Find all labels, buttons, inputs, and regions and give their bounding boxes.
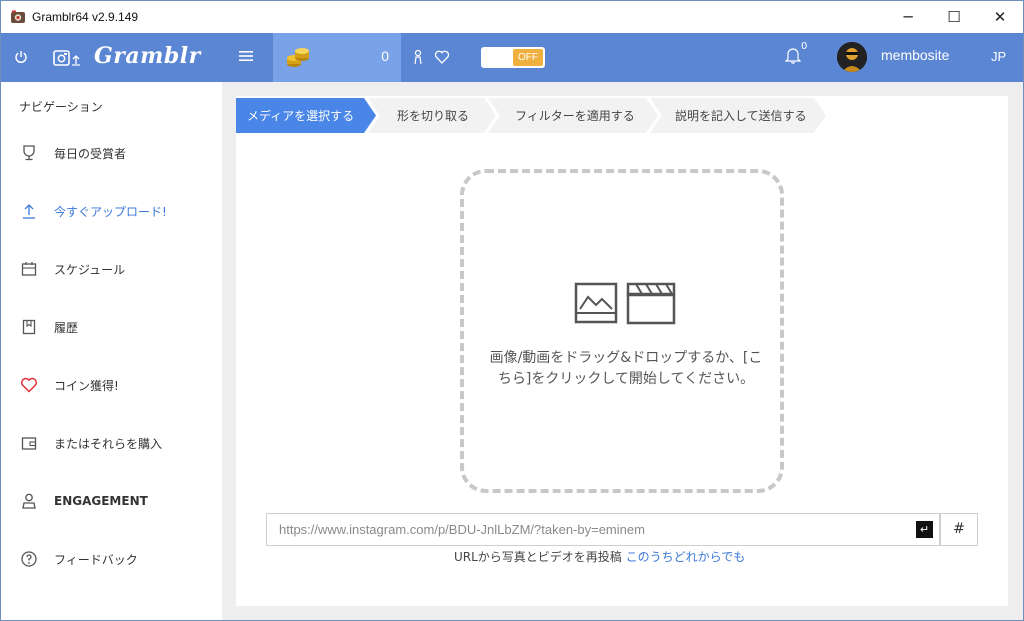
media-dropzone[interactable]: 画像/動画をドラッグ&ドロップするか、[こちら]をクリックして開始してください。 [460, 169, 784, 493]
heart-outline-icon[interactable] [434, 49, 450, 65]
sidebar-title: ナビゲーション [19, 100, 103, 114]
sidebar-item-label: コイン獲得! [54, 378, 119, 393]
sidebar-item-label: フィードバック [54, 552, 138, 567]
upload-panel: メディアを選択する 形を切り取る フィルターを適用する 説明を記入して送信する [236, 96, 1008, 606]
username[interactable]: membosite [881, 47, 949, 63]
main-content: メディアを選択する 形を切り取る フィルターを適用する 説明を記入して送信する [222, 82, 1023, 620]
sidebar-item-schedule[interactable]: スケジュール [2, 254, 221, 284]
app-icon [11, 10, 25, 23]
hashtag-button[interactable]: # [940, 513, 978, 546]
avatar-image [837, 42, 867, 72]
sidebar-item-label: 今すぐアップロード! [54, 204, 167, 219]
close-button[interactable]: ✕ [977, 1, 1023, 33]
step-crop[interactable]: 形を切り取る [368, 98, 496, 133]
heart-icon [21, 377, 37, 393]
coin-balance[interactable]: 0 [273, 33, 401, 82]
video-clapper-icon [626, 282, 676, 325]
menu-icon[interactable] [238, 48, 254, 64]
sidebar: ナビゲーション 毎日の受賞者 今すぐアップロード! スケジュール 履歴 コイン獲… [2, 82, 221, 620]
auto-toggle[interactable]: OFF [481, 47, 545, 68]
window-title: Gramblr64 v2.9.149 [32, 10, 139, 24]
upload-icon [23, 204, 35, 219]
sidebar-item-earn-coins[interactable]: コイン獲得! [2, 370, 221, 400]
app-window: Gramblr64 v2.9.149 ─ ☐ ✕ Gramblr 0 OFF 0… [0, 0, 1024, 621]
sidebar-item-buy[interactable]: またはそれらを購入 [2, 428, 221, 458]
url-caption: URLから写真とビデオを再投稿 このうちどれからでも [454, 548, 745, 565]
step-describe-send[interactable]: 説明を記入して送信する [650, 98, 826, 133]
notification-count: 0 [801, 41, 808, 52]
maximize-button[interactable]: ☐ [931, 1, 977, 33]
url-caption-link[interactable]: このうちどれからでも [626, 550, 746, 564]
minimize-button[interactable]: ─ [885, 1, 931, 33]
calendar-icon [21, 262, 37, 276]
bell-icon[interactable] [785, 46, 801, 64]
step-label: フィルターを適用する [515, 109, 635, 123]
url-repost-row: https://www.instagram.com/p/BDU-JnlLbZM/… [266, 513, 978, 546]
sidebar-item-history[interactable]: 履歴 [2, 312, 221, 342]
language-selector[interactable]: JP [991, 49, 1006, 64]
person-icon [22, 493, 36, 509]
step-apply-filter[interactable]: フィルターを適用する [488, 98, 658, 133]
url-caption-text: URLから写真とビデオを再投稿 [454, 550, 622, 564]
coins-icon [287, 48, 309, 67]
trophy-icon [23, 145, 35, 161]
toggle-off-label: OFF [513, 49, 543, 66]
power-icon[interactable] [14, 50, 28, 64]
person-icon[interactable] [412, 49, 424, 65]
image-icon [574, 282, 618, 324]
wallet-icon [21, 437, 37, 450]
instagram-url-input[interactable]: https://www.instagram.com/p/BDU-JnlLbZM/… [266, 513, 940, 546]
sidebar-item-label: ENGAGEMENT [54, 494, 148, 508]
bookmark-icon [22, 319, 36, 335]
app-logo: Gramblr [94, 43, 201, 69]
title-bar: Gramblr64 v2.9.149 ─ ☐ ✕ [1, 1, 1023, 33]
step-select-media[interactable]: メディアを選択する [236, 98, 376, 133]
question-icon [21, 551, 37, 567]
step-breadcrumb: メディアを選択する 形を切り取る フィルターを適用する 説明を記入して送信する [236, 98, 1008, 133]
sidebar-item-upload-now[interactable]: 今すぐアップロード! [2, 196, 221, 226]
sidebar-item-label: 毎日の受賞者 [54, 146, 127, 161]
app-header: Gramblr 0 OFF 0 membosite JP [1, 33, 1023, 82]
sidebar-item-feedback[interactable]: フィードバック [2, 544, 221, 574]
dropzone-instructions: 画像/動画をドラッグ&ドロップするか、[こちら]をクリックして開始してください。 [489, 350, 763, 387]
sidebar-item-engagement[interactable]: ENGAGEMENT [2, 486, 221, 516]
step-label: 形を切り取る [397, 109, 470, 123]
sidebar-item-label: またはそれらを購入 [54, 436, 163, 451]
sidebar-item-daily-winners[interactable]: 毎日の受賞者 [2, 138, 221, 168]
camera-upload-icon [53, 50, 80, 66]
sidebar-item-label: スケジュール [54, 262, 126, 277]
coin-count: 0 [381, 48, 389, 64]
step-label: メディアを選択する [247, 109, 355, 123]
avatar[interactable] [837, 42, 867, 72]
enter-return-icon[interactable]: ↵ [916, 521, 933, 538]
sidebar-item-label: 履歴 [54, 320, 79, 335]
step-label: 説明を記入して送信する [675, 109, 807, 123]
